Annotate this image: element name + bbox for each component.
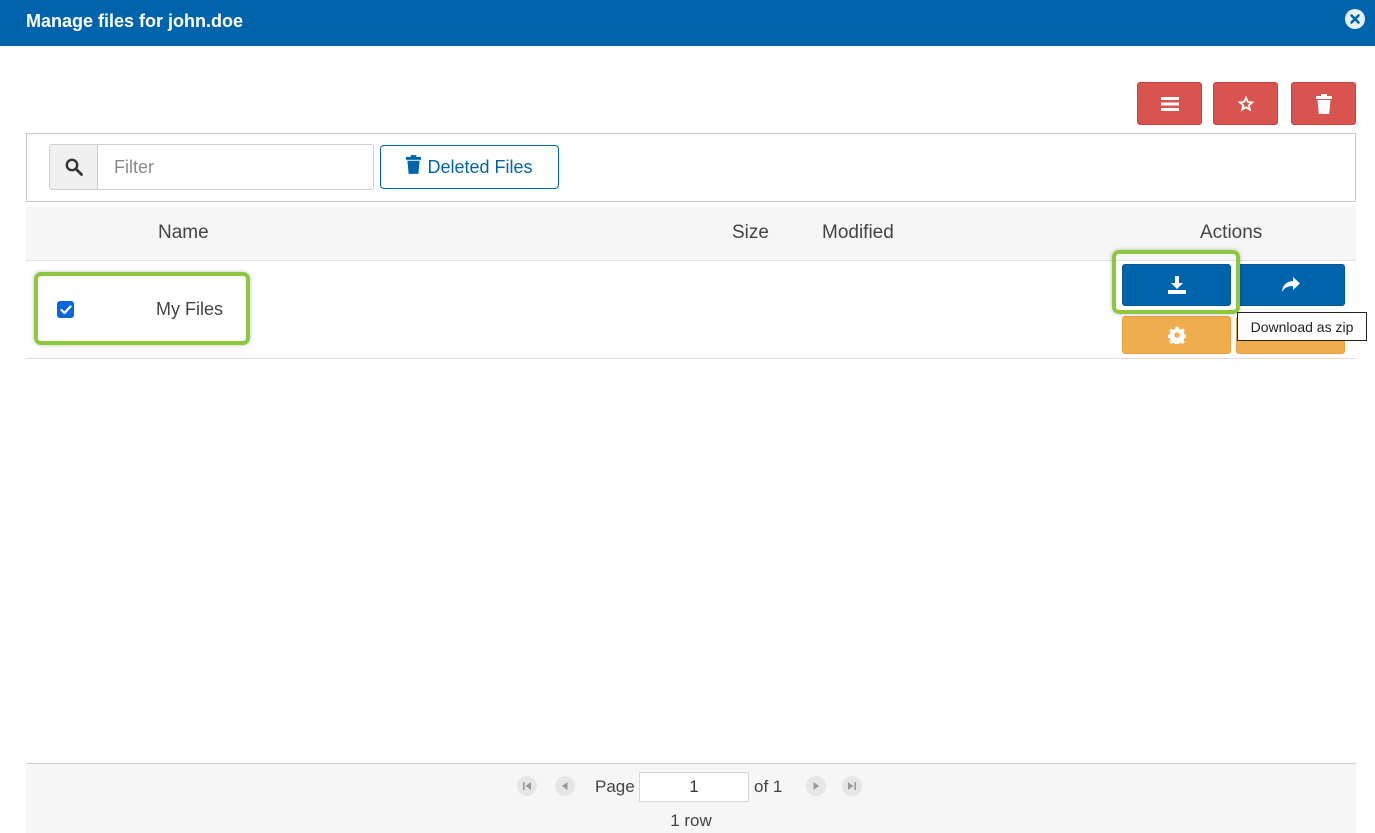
column-header-modified[interactable]: Modified xyxy=(822,222,894,244)
selection-highlight xyxy=(34,272,250,345)
page-number-input[interactable] xyxy=(639,772,749,802)
menu-icon xyxy=(1160,96,1179,112)
delete-button[interactable] xyxy=(1291,82,1356,125)
dialog-title: Manage files for john.doe xyxy=(26,11,244,31)
last-page-icon[interactable] xyxy=(842,776,862,796)
column-header-name[interactable]: Name xyxy=(158,222,209,244)
first-page-icon[interactable] xyxy=(517,776,537,796)
settings-button[interactable] xyxy=(1122,316,1231,354)
menu-button[interactable] xyxy=(1137,82,1202,125)
column-header-actions: Actions xyxy=(1200,222,1263,243)
prev-page-icon[interactable] xyxy=(555,776,575,796)
deleted-files-label: Deleted Files xyxy=(427,156,533,177)
share-button[interactable] xyxy=(1236,264,1345,306)
pagination-bar: Page of 1 1 row xyxy=(26,763,1356,833)
trash-icon xyxy=(406,155,422,179)
next-page-icon[interactable] xyxy=(806,776,826,796)
row-count: 1 row xyxy=(670,811,712,830)
close-icon[interactable] xyxy=(1345,9,1365,29)
trash-icon xyxy=(1315,93,1332,114)
page-label: Page xyxy=(595,777,635,796)
share-icon xyxy=(1281,276,1301,294)
gear-icon xyxy=(1167,326,1186,344)
search-icon xyxy=(49,144,97,190)
deleted-files-button[interactable]: Deleted Files xyxy=(380,145,559,189)
column-header-size[interactable]: Size xyxy=(732,222,769,244)
download-highlight xyxy=(1112,250,1240,314)
download-tooltip: Download as zip xyxy=(1237,312,1367,341)
filter-input[interactable] xyxy=(97,144,374,190)
dialog-header: Manage files for john.doe xyxy=(0,0,1375,46)
star-icon xyxy=(1236,94,1256,114)
page-total-label: of 1 xyxy=(754,777,783,796)
favorite-button[interactable] xyxy=(1213,82,1278,125)
filter-bar: Deleted Files xyxy=(26,133,1356,202)
